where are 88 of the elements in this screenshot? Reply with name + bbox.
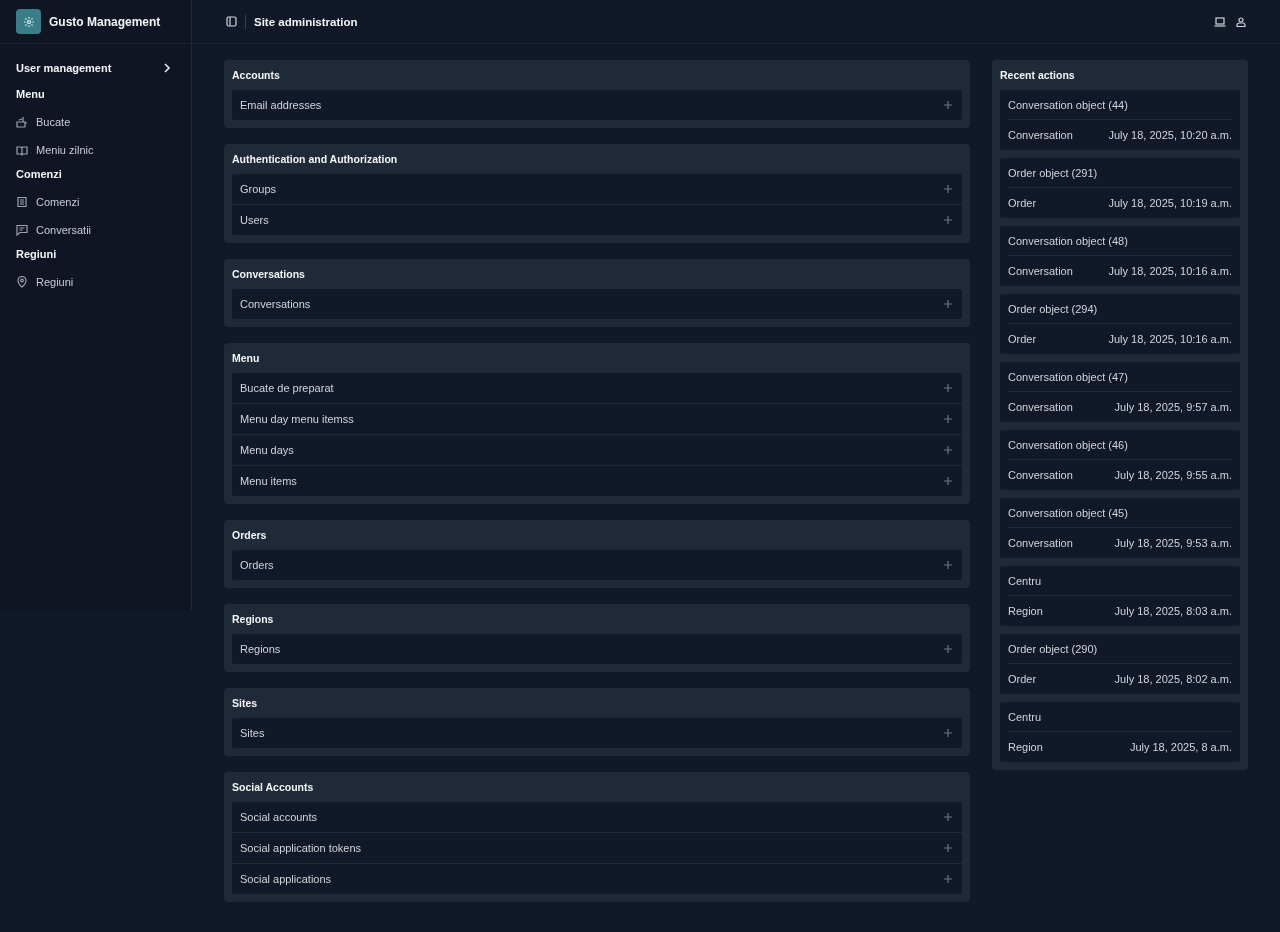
model-link[interactable]: Social application tokens <box>240 842 362 854</box>
action-time: July 18, 2025, 8 a.m. <box>1129 741 1232 753</box>
add-icon[interactable] <box>944 185 952 193</box>
action-time: July 18, 2025, 10:16 a.m. <box>1108 333 1232 345</box>
module-title: Menu <box>232 351 261 366</box>
sidebar-link[interactable]: Meniu zilnic <box>36 144 94 156</box>
model-link[interactable]: Menu items <box>240 475 297 487</box>
add-icon[interactable] <box>944 446 952 454</box>
action-time: July 18, 2025, 9:55 a.m. <box>1114 469 1232 481</box>
add-icon[interactable] <box>944 813 952 821</box>
model-link[interactable]: Regions <box>240 643 281 655</box>
model-link[interactable]: Social applications <box>240 873 332 885</box>
cooking-pot-icon <box>16 116 28 128</box>
object-link[interactable]: Conversation object (44) <box>1008 98 1128 111</box>
model-link[interactable]: Conversations <box>240 298 311 310</box>
nav-group-toggle[interactable]: User management <box>16 58 175 78</box>
object-link[interactable]: Centru <box>1008 574 1042 587</box>
sidebar-link[interactable]: Conversatii <box>36 224 92 236</box>
content-type: Conversation <box>1008 265 1073 277</box>
nav-section-heading: Menu <box>16 87 46 102</box>
model-link[interactable]: Orders <box>240 559 274 571</box>
gear-icon <box>16 9 41 34</box>
action-time: July 18, 2025, 10:19 a.m. <box>1108 197 1232 209</box>
object-link[interactable]: Conversation object (48) <box>1008 234 1128 247</box>
brand-name: Gusto Management <box>49 14 161 29</box>
model-link[interactable]: Users <box>240 214 269 226</box>
module-title: Social Accounts <box>232 780 315 795</box>
model-link[interactable]: Groups <box>240 183 277 195</box>
add-icon[interactable] <box>944 875 952 883</box>
nav-section-heading: Regiuni <box>16 247 58 262</box>
add-icon[interactable] <box>944 300 952 308</box>
laptop-icon[interactable] <box>1214 16 1226 27</box>
sidebar-toggle-icon[interactable] <box>226 16 237 27</box>
add-icon[interactable] <box>944 384 952 392</box>
model-link[interactable]: Email addresses <box>240 99 322 111</box>
content-type: Conversation <box>1008 129 1073 141</box>
add-icon[interactable] <box>944 844 952 852</box>
action-time: July 18, 2025, 8:02 a.m. <box>1114 673 1232 685</box>
object-link[interactable]: Centru <box>1008 710 1042 723</box>
add-icon[interactable] <box>944 645 952 653</box>
action-time: July 18, 2025, 9:53 a.m. <box>1114 537 1232 549</box>
content-type: Conversation <box>1008 469 1073 481</box>
module-title: Sites <box>232 696 259 711</box>
model-link[interactable]: Menu day menu itemss <box>240 413 354 425</box>
add-icon[interactable] <box>944 477 952 485</box>
action-time: July 18, 2025, 10:20 a.m. <box>1108 129 1232 141</box>
object-link[interactable]: Conversation object (46) <box>1008 438 1128 451</box>
open-book-icon <box>16 144 28 156</box>
model-link[interactable]: Sites <box>240 727 265 739</box>
chevron-right-icon <box>163 63 171 73</box>
chat-icon <box>16 224 28 236</box>
module-title: Orders <box>232 528 268 543</box>
content-type: Order <box>1008 333 1037 345</box>
model-link[interactable]: Social accounts <box>240 811 318 823</box>
content-type: Conversation <box>1008 537 1073 549</box>
content-type: Region <box>1008 605 1043 617</box>
model-link[interactable]: Bucate de preparat <box>240 382 334 394</box>
content-type: Order <box>1008 197 1037 209</box>
sidebar-link[interactable]: Regiuni <box>36 276 74 288</box>
model-link[interactable]: Menu days <box>240 444 294 456</box>
add-icon[interactable] <box>944 561 952 569</box>
action-time: July 18, 2025, 8:03 a.m. <box>1114 605 1232 617</box>
object-link[interactable]: Conversation object (45) <box>1008 506 1128 519</box>
panel-title: Recent actions <box>1000 68 1076 83</box>
list-icon <box>16 196 28 208</box>
action-time: July 18, 2025, 10:16 a.m. <box>1108 265 1232 277</box>
add-icon[interactable] <box>944 216 952 224</box>
content-type: Region <box>1008 741 1043 753</box>
object-link[interactable]: Conversation object (47) <box>1008 370 1128 383</box>
add-icon[interactable] <box>944 101 952 109</box>
module-title: Regions <box>232 612 275 627</box>
location-pin-icon <box>16 276 28 288</box>
user-icon[interactable] <box>1236 16 1246 27</box>
add-icon[interactable] <box>944 415 952 423</box>
object-link[interactable]: Order object (291) <box>1008 166 1098 179</box>
module-title: Authentication and Authorization <box>232 152 399 167</box>
object-link[interactable]: Order object (294) <box>1008 302 1098 315</box>
module-title: Conversations <box>232 267 306 282</box>
add-icon[interactable] <box>944 729 952 737</box>
object-link[interactable]: Order object (290) <box>1008 642 1098 655</box>
content-type: Conversation <box>1008 401 1073 413</box>
action-time: July 18, 2025, 9:57 a.m. <box>1114 401 1232 413</box>
nav-section-heading: Comenzi <box>16 167 63 182</box>
sidebar-link[interactable]: Comenzi <box>36 196 80 208</box>
content-type: Order <box>1008 673 1037 685</box>
sidebar-link[interactable]: Bucate <box>36 116 71 128</box>
page-title: Site administration <box>254 15 358 28</box>
module-title: Accounts <box>232 68 281 83</box>
